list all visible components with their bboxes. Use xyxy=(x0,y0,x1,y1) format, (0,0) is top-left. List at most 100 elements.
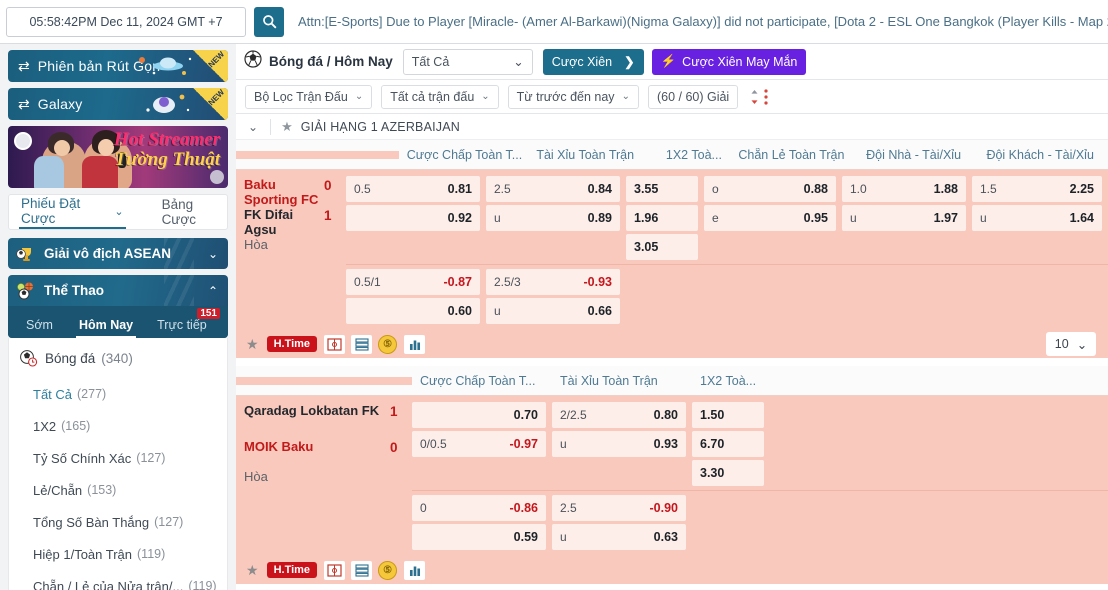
odds-cell[interactable]: 1.5 2.25 xyxy=(972,176,1102,202)
league-select[interactable]: Tất Cả ⌄ xyxy=(402,48,533,75)
cuoc-xien-may-man-button[interactable]: ⚡ Cược Xiên May Mắn xyxy=(651,48,807,75)
nav-head-the-thao[interactable]: Thể Thao ⌃ xyxy=(8,275,228,306)
promo-banner-galaxy[interactable]: ⇄ Galaxy NEW xyxy=(8,88,228,120)
market-item-ty-so-chinh-xac[interactable]: Tỷ Số Chính Xác (127) xyxy=(9,442,227,474)
sport-label-bong-da: Bóng đá xyxy=(45,350,96,366)
market-item-1x2[interactable]: 1X2 (165) xyxy=(9,410,227,442)
odds-value: 6.70 xyxy=(700,437,725,451)
cuoc-xien-button[interactable]: Cược Xiên ❯ xyxy=(542,48,644,75)
swap-icon: ⇄ xyxy=(18,95,30,112)
odds-value: -0.97 xyxy=(509,437,539,451)
odds-hdp: 2.5 xyxy=(560,501,577,515)
announcement-marquee[interactable]: Attn:[E-Sports] Due to Player [Miracle- … xyxy=(298,14,1108,29)
league-header-row: ⌄ ★ GIẢI HẠNG 1 AZERBAIJAN xyxy=(236,114,1108,140)
odds-cell[interactable]: 0.60 xyxy=(346,298,480,324)
odds-hdp: 0.5/1 xyxy=(354,275,381,289)
match-block-divider xyxy=(236,358,1108,366)
odds-cell[interactable]: 0/0.5 -0.97 xyxy=(412,431,546,457)
tab-phieu-dat-cuoc[interactable]: Phiếu Đặt Cược ⌄ xyxy=(19,195,126,229)
home-team-name: Qaradag Lokbatan FK xyxy=(244,403,380,418)
sort-dots-icon xyxy=(764,88,768,105)
sport-item-bong-da[interactable]: Bóng đá (340) xyxy=(9,338,227,378)
chevron-down-icon: ⌄ xyxy=(354,91,364,102)
market-item-le-chan[interactable]: Lẻ/Chẵn (153) xyxy=(9,474,227,506)
tab-bang-cuoc-label: Bảng Cược xyxy=(161,197,196,227)
htime-badge[interactable]: H.Time xyxy=(266,562,318,578)
odds-cell[interactable]: 2.5 -0.90 xyxy=(552,495,686,521)
odds-cell[interactable]: u 1.97 xyxy=(842,205,966,231)
odds-cell[interactable]: 3.05 xyxy=(626,234,698,260)
nav-card-the-thao: Thể Thao ⌃ Sớm Hôm Nay Trực tiếp 151 xyxy=(8,275,228,338)
htime-badge[interactable]: H.Time xyxy=(266,336,318,352)
filter-giai-count[interactable]: (60 / 60) Giải xyxy=(647,84,739,109)
stats-list-icon[interactable] xyxy=(351,334,373,354)
market-label: Tất Cả xyxy=(33,386,73,402)
pitch-icon[interactable] xyxy=(324,560,346,580)
odds-cell[interactable]: 3.30 xyxy=(692,460,764,486)
sort-arrows-icon xyxy=(751,89,758,104)
odds-cell[interactable]: e 0.95 xyxy=(704,205,836,231)
market-item-chan-le-nua-tran[interactable]: Chẵn / Lẻ của Nửa trận/... (119) xyxy=(9,570,227,590)
odds-cell[interactable]: u 0.93 xyxy=(552,431,686,457)
promo-banner-rut-gon[interactable]: ⇄ Phiên bản Rút Gọn NEW xyxy=(8,50,228,82)
odds-cell[interactable]: 0 -0.86 xyxy=(412,495,546,521)
nav-head-asean[interactable]: Giải vô địch ASEAN ⌄ xyxy=(8,238,228,269)
odds-cell[interactable]: 6.70 xyxy=(692,431,764,457)
market-item-tong-so-ban-thang[interactable]: Tổng Số Bàn Thắng (127) xyxy=(9,506,227,538)
odds-cell[interactable]: o 0.88 xyxy=(704,176,836,202)
odds-cell[interactable]: 1.0 1.88 xyxy=(842,176,966,202)
filter-tat-ca-tran-dau[interactable]: Tất cả trận đấu ⌄ xyxy=(381,84,499,109)
cashout-coin-icon[interactable]: ⑤ xyxy=(378,334,398,354)
odds-cell[interactable]: 2/2.5 0.80 xyxy=(552,402,686,428)
tab-phieu-dat-cuoc-label: Phiếu Đặt Cược xyxy=(21,196,81,226)
market-label: Lẻ/Chẵn xyxy=(33,482,83,498)
bar-chart-icon[interactable] xyxy=(404,560,426,580)
market-item-hiep-1-toan-tran[interactable]: Hiệp 1/Toàn Trận (119) xyxy=(9,538,227,570)
away-team-name: MOIK Baku xyxy=(244,439,314,454)
sub-tab-hom-nay[interactable]: Hôm Nay xyxy=(75,318,137,338)
pitch-icon[interactable] xyxy=(324,334,346,354)
sub-tab-truc-tiep[interactable]: Trực tiếp xyxy=(157,318,207,338)
odds-cell[interactable]: 0.70 xyxy=(412,402,546,428)
odds-cell[interactable]: u 0.66 xyxy=(486,298,620,324)
odds-value: 3.55 xyxy=(634,182,659,196)
odds-cell[interactable]: 0.92 xyxy=(346,205,480,231)
page-size-select[interactable]: 10 ⌄ xyxy=(1046,332,1096,356)
market-count: (127) xyxy=(154,515,184,529)
odds-cell[interactable]: 0.5/1 -0.87 xyxy=(346,269,480,295)
odds-cell[interactable]: 1.96 xyxy=(626,205,698,231)
hot-streamer-banner[interactable]: Hot Streamer Tường Thuật xyxy=(8,126,228,188)
sort-button[interactable] xyxy=(750,88,769,106)
odds-cell[interactable]: u 0.63 xyxy=(552,524,686,550)
chevron-down-icon[interactable]: ⌄ xyxy=(248,120,258,134)
odds-cell[interactable]: 0.59 xyxy=(412,524,546,550)
sub-tab-som[interactable]: Sớm xyxy=(26,318,53,338)
market-col-handicap: Cược Chấp Toàn T... xyxy=(420,373,536,388)
star-icon[interactable]: ★ xyxy=(246,562,259,579)
search-button[interactable] xyxy=(254,6,284,37)
chevron-down-icon: ⌄ xyxy=(1076,337,1088,352)
stats-list-icon[interactable] xyxy=(351,560,373,580)
bar-chart-icon[interactable] xyxy=(404,334,426,354)
odds-cell[interactable]: u 0.89 xyxy=(486,205,620,231)
filter-bo-loc-tran-dau[interactable]: Bộ Lọc Trận Đấu ⌄ xyxy=(245,84,373,109)
odds-cell[interactable]: 1.50 xyxy=(692,402,764,428)
cuoc-xien-label: Cược Xiên xyxy=(551,54,613,69)
filter-tu-truoc-den-nay[interactable]: Từ trước đến nay ⌄ xyxy=(507,84,639,109)
league-select-value: Tất Cả xyxy=(411,54,450,69)
star-icon[interactable]: ★ xyxy=(281,119,293,135)
odds-cell[interactable]: 2.5/3 -0.93 xyxy=(486,269,620,295)
market-item-tat-ca[interactable]: Tất Cả (277) xyxy=(9,378,227,410)
nav-card-asean[interactable]: Giải vô địch ASEAN ⌄ xyxy=(8,238,228,269)
cashout-coin-icon[interactable]: ⑤ xyxy=(378,560,398,580)
odds-column: 0.5 0.81 0.92 2.5 0.84 u 0.89 3.55 1.96 … xyxy=(346,170,1108,330)
odds-cell[interactable]: 3.55 xyxy=(626,176,698,202)
filter-label: Tất cả trận đấu xyxy=(390,89,475,104)
odds-cell[interactable]: u 1.64 xyxy=(972,205,1102,231)
odds-cell[interactable]: 2.5 0.84 xyxy=(486,176,620,202)
sports-icon xyxy=(16,282,38,300)
tab-bang-cuoc[interactable]: Bảng Cược xyxy=(160,195,227,229)
star-icon[interactable]: ★ xyxy=(246,336,259,353)
streamer-logo-icon xyxy=(14,132,32,150)
odds-cell[interactable]: 0.5 0.81 xyxy=(346,176,480,202)
